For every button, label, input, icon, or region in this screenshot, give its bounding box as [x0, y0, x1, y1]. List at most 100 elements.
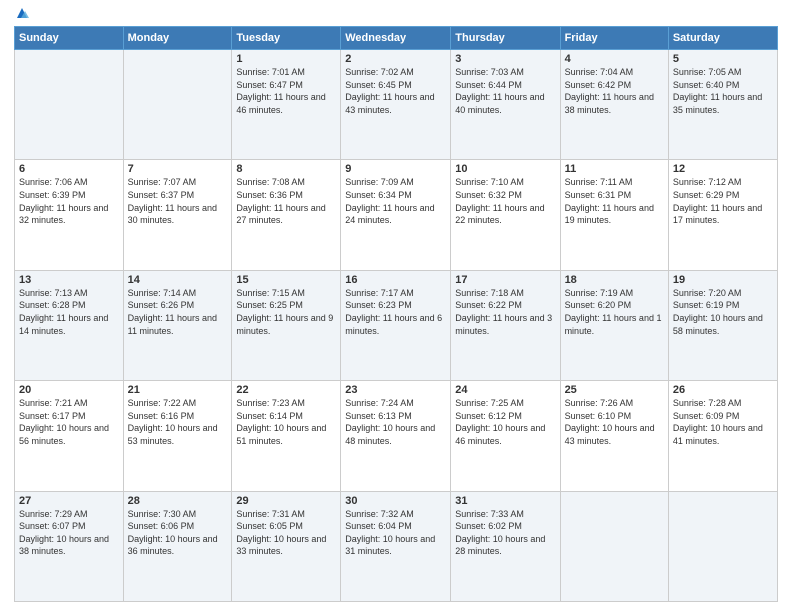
day-number: 12	[673, 163, 773, 175]
day-number: 24	[455, 384, 555, 396]
day-number: 21	[128, 384, 228, 396]
calendar-cell: 27Sunrise: 7:29 AMSunset: 6:07 PMDayligh…	[15, 491, 124, 601]
day-info: Sunrise: 7:26 AMSunset: 6:10 PMDaylight:…	[565, 397, 664, 447]
calendar-cell: 2Sunrise: 7:02 AMSunset: 6:45 PMDaylight…	[341, 50, 451, 160]
calendar-cell: 14Sunrise: 7:14 AMSunset: 6:26 PMDayligh…	[123, 270, 232, 380]
col-friday: Friday	[560, 27, 668, 50]
calendar-cell: 3Sunrise: 7:03 AMSunset: 6:44 PMDaylight…	[451, 50, 560, 160]
calendar-cell: 17Sunrise: 7:18 AMSunset: 6:22 PMDayligh…	[451, 270, 560, 380]
calendar-cell: 16Sunrise: 7:17 AMSunset: 6:23 PMDayligh…	[341, 270, 451, 380]
calendar-cell: 18Sunrise: 7:19 AMSunset: 6:20 PMDayligh…	[560, 270, 668, 380]
day-info: Sunrise: 7:13 AMSunset: 6:28 PMDaylight:…	[19, 287, 119, 337]
calendar-cell: 15Sunrise: 7:15 AMSunset: 6:25 PMDayligh…	[232, 270, 341, 380]
day-number: 7	[128, 163, 228, 175]
calendar-cell: 4Sunrise: 7:04 AMSunset: 6:42 PMDaylight…	[560, 50, 668, 160]
col-sunday: Sunday	[15, 27, 124, 50]
calendar-cell	[560, 491, 668, 601]
calendar-cell: 13Sunrise: 7:13 AMSunset: 6:28 PMDayligh…	[15, 270, 124, 380]
day-info: Sunrise: 7:19 AMSunset: 6:20 PMDaylight:…	[565, 287, 664, 337]
day-info: Sunrise: 7:29 AMSunset: 6:07 PMDaylight:…	[19, 508, 119, 558]
day-number: 17	[455, 274, 555, 286]
day-number: 2	[345, 53, 446, 65]
calendar-cell: 6Sunrise: 7:06 AMSunset: 6:39 PMDaylight…	[15, 160, 124, 270]
day-number: 27	[19, 495, 119, 507]
calendar-cell: 9Sunrise: 7:09 AMSunset: 6:34 PMDaylight…	[341, 160, 451, 270]
day-info: Sunrise: 7:23 AMSunset: 6:14 PMDaylight:…	[236, 397, 336, 447]
calendar-cell: 23Sunrise: 7:24 AMSunset: 6:13 PMDayligh…	[341, 381, 451, 491]
calendar-week-row: 20Sunrise: 7:21 AMSunset: 6:17 PMDayligh…	[15, 381, 778, 491]
day-info: Sunrise: 7:25 AMSunset: 6:12 PMDaylight:…	[455, 397, 555, 447]
day-info: Sunrise: 7:07 AMSunset: 6:37 PMDaylight:…	[128, 176, 228, 226]
calendar-cell: 25Sunrise: 7:26 AMSunset: 6:10 PMDayligh…	[560, 381, 668, 491]
calendar-cell: 19Sunrise: 7:20 AMSunset: 6:19 PMDayligh…	[668, 270, 777, 380]
col-saturday: Saturday	[668, 27, 777, 50]
day-info: Sunrise: 7:20 AMSunset: 6:19 PMDaylight:…	[673, 287, 773, 337]
day-info: Sunrise: 7:14 AMSunset: 6:26 PMDaylight:…	[128, 287, 228, 337]
calendar-table: Sunday Monday Tuesday Wednesday Thursday…	[14, 26, 778, 602]
day-info: Sunrise: 7:10 AMSunset: 6:32 PMDaylight:…	[455, 176, 555, 226]
calendar-cell: 8Sunrise: 7:08 AMSunset: 6:36 PMDaylight…	[232, 160, 341, 270]
calendar-cell: 24Sunrise: 7:25 AMSunset: 6:12 PMDayligh…	[451, 381, 560, 491]
day-info: Sunrise: 7:22 AMSunset: 6:16 PMDaylight:…	[128, 397, 228, 447]
calendar-cell: 21Sunrise: 7:22 AMSunset: 6:16 PMDayligh…	[123, 381, 232, 491]
day-number: 18	[565, 274, 664, 286]
calendar-cell: 11Sunrise: 7:11 AMSunset: 6:31 PMDayligh…	[560, 160, 668, 270]
day-number: 11	[565, 163, 664, 175]
calendar-cell	[123, 50, 232, 160]
day-info: Sunrise: 7:24 AMSunset: 6:13 PMDaylight:…	[345, 397, 446, 447]
calendar-cell: 30Sunrise: 7:32 AMSunset: 6:04 PMDayligh…	[341, 491, 451, 601]
day-info: Sunrise: 7:04 AMSunset: 6:42 PMDaylight:…	[565, 66, 664, 116]
calendar-cell: 29Sunrise: 7:31 AMSunset: 6:05 PMDayligh…	[232, 491, 341, 601]
day-number: 30	[345, 495, 446, 507]
day-info: Sunrise: 7:01 AMSunset: 6:47 PMDaylight:…	[236, 66, 336, 116]
day-number: 13	[19, 274, 119, 286]
calendar-week-row: 27Sunrise: 7:29 AMSunset: 6:07 PMDayligh…	[15, 491, 778, 601]
day-info: Sunrise: 7:15 AMSunset: 6:25 PMDaylight:…	[236, 287, 336, 337]
calendar-week-row: 6Sunrise: 7:06 AMSunset: 6:39 PMDaylight…	[15, 160, 778, 270]
day-info: Sunrise: 7:11 AMSunset: 6:31 PMDaylight:…	[565, 176, 664, 226]
calendar-cell: 31Sunrise: 7:33 AMSunset: 6:02 PMDayligh…	[451, 491, 560, 601]
day-info: Sunrise: 7:02 AMSunset: 6:45 PMDaylight:…	[345, 66, 446, 116]
calendar-cell: 5Sunrise: 7:05 AMSunset: 6:40 PMDaylight…	[668, 50, 777, 160]
col-tuesday: Tuesday	[232, 27, 341, 50]
day-number: 26	[673, 384, 773, 396]
calendar-cell: 20Sunrise: 7:21 AMSunset: 6:17 PMDayligh…	[15, 381, 124, 491]
day-number: 20	[19, 384, 119, 396]
calendar-cell: 22Sunrise: 7:23 AMSunset: 6:14 PMDayligh…	[232, 381, 341, 491]
day-number: 14	[128, 274, 228, 286]
day-info: Sunrise: 7:28 AMSunset: 6:09 PMDaylight:…	[673, 397, 773, 447]
page: Sunday Monday Tuesday Wednesday Thursday…	[0, 0, 792, 612]
day-number: 3	[455, 53, 555, 65]
col-wednesday: Wednesday	[341, 27, 451, 50]
header	[14, 10, 778, 20]
calendar-week-row: 1Sunrise: 7:01 AMSunset: 6:47 PMDaylight…	[15, 50, 778, 160]
col-thursday: Thursday	[451, 27, 560, 50]
day-info: Sunrise: 7:32 AMSunset: 6:04 PMDaylight:…	[345, 508, 446, 558]
day-info: Sunrise: 7:08 AMSunset: 6:36 PMDaylight:…	[236, 176, 336, 226]
day-number: 19	[673, 274, 773, 286]
day-info: Sunrise: 7:31 AMSunset: 6:05 PMDaylight:…	[236, 508, 336, 558]
day-number: 8	[236, 163, 336, 175]
day-info: Sunrise: 7:30 AMSunset: 6:06 PMDaylight:…	[128, 508, 228, 558]
day-number: 4	[565, 53, 664, 65]
day-number: 23	[345, 384, 446, 396]
day-info: Sunrise: 7:21 AMSunset: 6:17 PMDaylight:…	[19, 397, 119, 447]
day-number: 9	[345, 163, 446, 175]
calendar-cell: 7Sunrise: 7:07 AMSunset: 6:37 PMDaylight…	[123, 160, 232, 270]
day-number: 5	[673, 53, 773, 65]
day-number: 22	[236, 384, 336, 396]
day-info: Sunrise: 7:12 AMSunset: 6:29 PMDaylight:…	[673, 176, 773, 226]
day-number: 28	[128, 495, 228, 507]
day-number: 16	[345, 274, 446, 286]
calendar-week-row: 13Sunrise: 7:13 AMSunset: 6:28 PMDayligh…	[15, 270, 778, 380]
calendar-cell: 28Sunrise: 7:30 AMSunset: 6:06 PMDayligh…	[123, 491, 232, 601]
day-info: Sunrise: 7:09 AMSunset: 6:34 PMDaylight:…	[345, 176, 446, 226]
col-monday: Monday	[123, 27, 232, 50]
day-number: 6	[19, 163, 119, 175]
logo	[14, 10, 29, 20]
calendar-cell: 1Sunrise: 7:01 AMSunset: 6:47 PMDaylight…	[232, 50, 341, 160]
day-number: 15	[236, 274, 336, 286]
day-info: Sunrise: 7:06 AMSunset: 6:39 PMDaylight:…	[19, 176, 119, 226]
calendar-cell	[668, 491, 777, 601]
day-number: 31	[455, 495, 555, 507]
